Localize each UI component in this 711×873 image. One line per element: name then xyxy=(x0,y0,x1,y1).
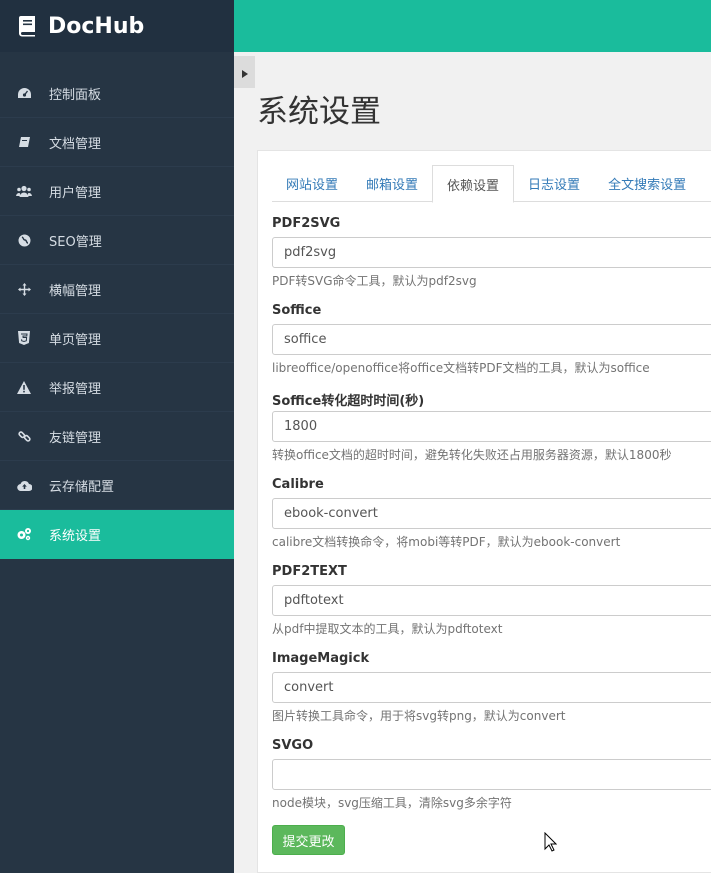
globe-icon xyxy=(16,232,32,248)
caret-right-icon xyxy=(241,63,248,82)
pdf2text-label: PDF2TEXT xyxy=(272,564,347,579)
svgo-input[interactable] xyxy=(272,759,711,790)
html5-icon xyxy=(16,330,32,346)
sidebar-item-label: 文档管理 xyxy=(49,136,102,152)
sidebar-item-documents[interactable]: 文档管理 xyxy=(0,118,234,167)
sidebar-toggle-button[interactable] xyxy=(234,56,255,88)
sidebar-item-system-settings[interactable]: 系统设置 xyxy=(0,510,234,559)
soffice-timeout-help: 转换office文档的超时时间，避免转化失败还占用服务器资源，默认1800秒 xyxy=(272,448,672,462)
arrows-icon xyxy=(16,281,32,297)
book-icon xyxy=(16,15,38,37)
tab-website-settings[interactable]: 网站设置 xyxy=(272,165,352,202)
link-icon xyxy=(16,428,32,444)
gears-icon xyxy=(16,526,32,542)
pdf2svg-input[interactable] xyxy=(272,237,711,268)
brand[interactable]: DocHub xyxy=(0,0,234,52)
soffice-help: libreoffice/openoffice将office文档转PDF文档的工具… xyxy=(272,361,650,375)
sidebar-item-banners[interactable]: 横幅管理 xyxy=(0,265,234,314)
sidebar-item-label: 系统设置 xyxy=(49,528,102,544)
settings-panel: 网站设置 邮箱设置 依赖设置 日志设置 全文搜索设置 PDF2SVG PDF转S… xyxy=(257,150,711,873)
brand-name: DocHub xyxy=(48,13,145,39)
pdf2svg-label: PDF2SVG xyxy=(272,216,341,231)
soffice-timeout-label: Soffice转化超时时间(秒) xyxy=(272,394,425,409)
tab-fulltext-search-settings[interactable]: 全文搜索设置 xyxy=(594,165,700,202)
sidebar-item-label: 云存储配置 xyxy=(49,479,115,495)
warning-icon xyxy=(16,379,32,395)
settings-tabs: 网站设置 邮箱设置 依赖设置 日志设置 全文搜索设置 xyxy=(272,165,711,203)
pdf2text-input[interactable] xyxy=(272,585,711,616)
soffice-input[interactable] xyxy=(272,324,711,355)
tab-log-settings[interactable]: 日志设置 xyxy=(514,165,594,202)
sidebar: DocHub 控制面板 文档管理 用户管理 SEO管理 横幅管理 单页管理 举报… xyxy=(0,0,234,873)
sidebar-item-label: 友链管理 xyxy=(49,430,102,446)
svgo-help: node模块，svg压缩工具，清除svg多余字符 xyxy=(272,796,512,810)
sidebar-item-label: 横幅管理 xyxy=(49,283,102,299)
mouse-cursor-icon xyxy=(544,831,558,856)
top-bar xyxy=(234,0,711,52)
sidebar-item-dashboard[interactable]: 控制面板 xyxy=(0,69,234,118)
svgo-label: SVGO xyxy=(272,738,314,753)
sidebar-item-label: 举报管理 xyxy=(49,381,102,397)
page-title: 系统设置 xyxy=(257,94,381,130)
calibre-label: Calibre xyxy=(272,477,324,492)
dashboard-icon xyxy=(16,85,32,101)
soffice-timeout-input[interactable] xyxy=(272,411,711,442)
sidebar-item-label: 控制面板 xyxy=(49,87,102,103)
calibre-input[interactable] xyxy=(272,498,711,529)
sidebar-item-pages[interactable]: 单页管理 xyxy=(0,314,234,363)
sidebar-item-cloud-storage[interactable]: 云存储配置 xyxy=(0,461,234,510)
sidebar-item-label: 用户管理 xyxy=(49,185,102,201)
pdf2text-help: 从pdf中提取文本的工具，默认为pdftotext xyxy=(272,622,503,636)
submit-changes-button[interactable]: 提交更改 xyxy=(272,825,345,855)
book-icon xyxy=(16,134,32,150)
imagemagick-input[interactable] xyxy=(272,672,711,703)
sidebar-item-label: 单页管理 xyxy=(49,332,102,348)
tab-dependency-settings[interactable]: 依赖设置 xyxy=(432,165,515,203)
sidebar-item-seo[interactable]: SEO管理 xyxy=(0,216,234,265)
imagemagick-label: ImageMagick xyxy=(272,651,370,666)
sidebar-item-label: SEO管理 xyxy=(49,234,102,250)
sidebar-item-links[interactable]: 友链管理 xyxy=(0,412,234,461)
sidebar-item-reports[interactable]: 举报管理 xyxy=(0,363,234,412)
soffice-label: Soffice xyxy=(272,303,322,318)
cloud-upload-icon xyxy=(16,477,32,493)
users-icon xyxy=(16,183,32,199)
sidebar-menu: 控制面板 文档管理 用户管理 SEO管理 横幅管理 单页管理 举报管理 友链管理… xyxy=(0,69,234,559)
calibre-help: calibre文档转换命令，将mobi等转PDF，默认为ebook-conver… xyxy=(272,535,621,549)
imagemagick-help: 图片转换工具命令，用于将svg转png，默认为convert xyxy=(272,709,566,723)
sidebar-item-users[interactable]: 用户管理 xyxy=(0,167,234,216)
tab-email-settings[interactable]: 邮箱设置 xyxy=(352,165,432,202)
pdf2svg-help: PDF转SVG命令工具，默认为pdf2svg xyxy=(272,274,477,288)
